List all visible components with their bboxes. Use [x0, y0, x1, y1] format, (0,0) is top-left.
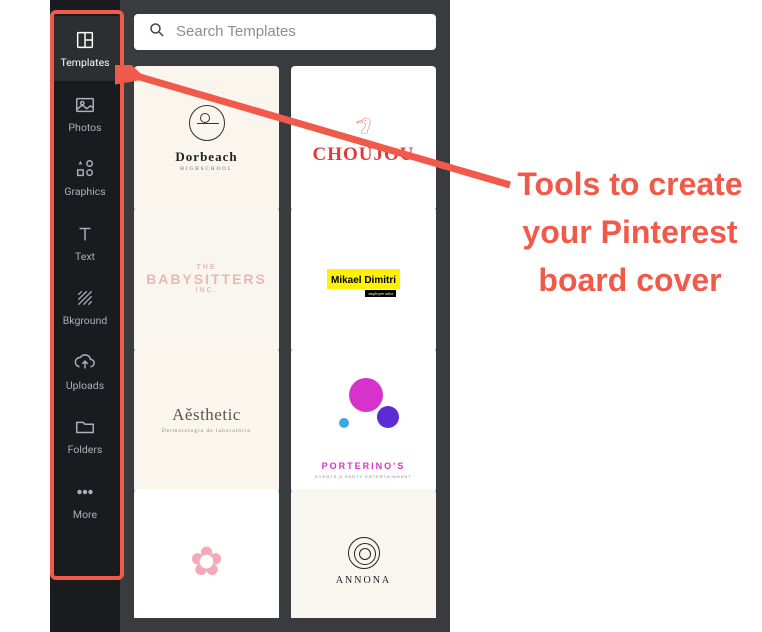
template-text: Mikael Dimitri employee artist: [327, 269, 400, 289]
template-tile[interactable]: Aěsthetic Dermatologia de laboratório: [134, 348, 279, 493]
template-tile[interactable]: 𓅿 CHOUJOU: [291, 66, 436, 211]
sidebar-item-uploads[interactable]: Uploads: [50, 339, 120, 404]
flower-icon: ✿: [190, 538, 224, 585]
search-bar[interactable]: [134, 14, 436, 50]
templates-grid: Dorbeach HIGHSCHOOL 𓅿 CHOUJOU THE BABYSI…: [134, 66, 436, 618]
sidebar-item-folders[interactable]: Folders: [50, 403, 120, 468]
circle-icon: [377, 406, 399, 428]
template-title: Aěsthetic: [172, 405, 241, 425]
sidebar-item-label: Uploads: [66, 381, 104, 392]
sidebar-item-photos[interactable]: Photos: [50, 81, 120, 146]
sidebar-item-text[interactable]: Text: [50, 210, 120, 275]
template-subtitle: EVENTS & PARTY ENTERTAINMENT: [291, 474, 436, 479]
templates-panel: Dorbeach HIGHSCHOOL 𓅿 CHOUJOU THE BABYSI…: [120, 0, 450, 632]
sidebar-item-label: Bkground: [63, 316, 108, 327]
circle-icon: [339, 418, 349, 428]
template-tile[interactable]: PORTERINO'S EVENTS & PARTY ENTERTAINMENT: [291, 348, 436, 493]
template-text: THE BABYSITTERS INC.: [146, 264, 267, 295]
template-subtitle: Dermatologia de laboratório: [162, 428, 251, 436]
more-icon: [73, 480, 97, 504]
sidebar-item-more[interactable]: More: [50, 468, 120, 533]
app-frame: Templates Photos Graphics T: [50, 0, 450, 632]
uploads-icon: [73, 351, 97, 375]
circle-icon: [349, 378, 383, 412]
sidebar-item-label: Photos: [68, 123, 101, 134]
template-tile[interactable]: THE BABYSITTERS INC.: [134, 207, 279, 352]
folders-icon: [73, 415, 97, 439]
logo-icon: [189, 105, 225, 141]
template-title: CHOUJOU: [313, 144, 415, 166]
template-tile[interactable]: ANNONA: [291, 489, 436, 618]
sidebar-item-templates[interactable]: Templates: [50, 16, 120, 81]
text-icon: [73, 222, 97, 246]
photos-icon: [73, 93, 97, 117]
sidebar-item-label: Graphics: [64, 187, 105, 198]
sidebar: Templates Photos Graphics T: [50, 0, 120, 632]
annotation-text: Tools to create your Pinterest board cov…: [505, 160, 755, 304]
template-tile[interactable]: Mikael Dimitri employee artist: [291, 207, 436, 352]
template-title: Dorbeach: [175, 149, 237, 165]
sidebar-item-label: Text: [75, 252, 95, 263]
sidebar-item-label: Folders: [68, 445, 103, 456]
sidebar-item-bkground[interactable]: Bkground: [50, 274, 120, 339]
template-tile[interactable]: Dorbeach HIGHSCHOOL: [134, 66, 279, 211]
background-icon: [73, 286, 97, 310]
template-title: PORTERINO'S: [291, 461, 436, 471]
sidebar-item-label: Templates: [60, 58, 109, 69]
sidebar-item-label: More: [73, 510, 97, 521]
template-title: ANNONA: [336, 575, 391, 586]
spiral-icon: [348, 537, 380, 569]
graphics-icon: [73, 157, 97, 181]
sidebar-item-graphics[interactable]: Graphics: [50, 145, 120, 210]
templates-icon: [73, 28, 97, 52]
template-tile[interactable]: ✿: [134, 489, 279, 618]
search-input[interactable]: [176, 23, 422, 40]
search-icon: [148, 21, 166, 43]
template-subtitle: HIGHSCHOOL: [180, 167, 233, 172]
bird-icon: 𓅿: [356, 110, 372, 140]
